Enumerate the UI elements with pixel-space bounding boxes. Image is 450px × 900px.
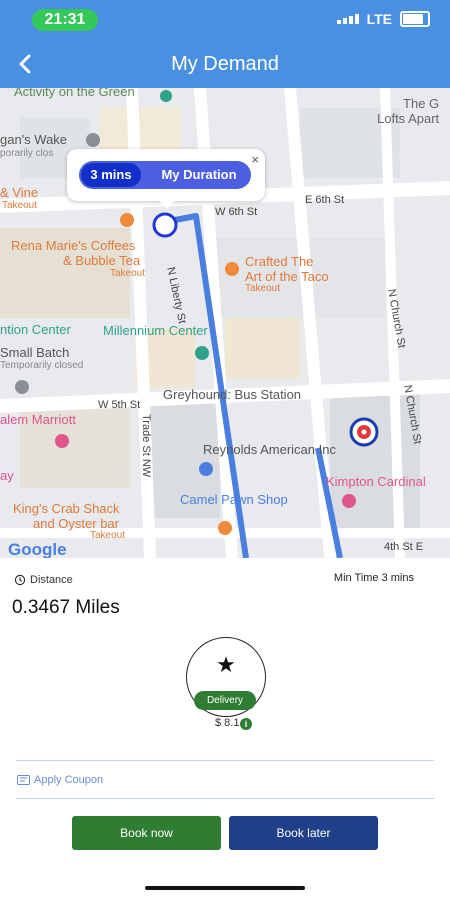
book-now-button[interactable]: Book now xyxy=(72,816,221,850)
network-label: LTE xyxy=(366,11,392,27)
signal-icon xyxy=(336,14,359,24)
map-label-e6th: E 6th St xyxy=(305,194,345,206)
map-label-w5th: W 5th St xyxy=(98,399,141,411)
book-later-button[interactable]: Book later xyxy=(229,816,378,850)
map-label-kimpton: Kimpton Cardinal xyxy=(326,474,426,489)
eta-pill[interactable]: 3 mins xyxy=(81,163,141,187)
star-icon: ★ xyxy=(216,652,236,677)
map-label-crab-sub: Takeout xyxy=(90,530,126,541)
status-bar: 21:31 LTE xyxy=(0,0,450,40)
map-label-crafted-sub: Takeout xyxy=(245,283,281,294)
apply-coupon-link[interactable]: Apply Coupon xyxy=(17,774,103,786)
status-time: 21:31 xyxy=(32,9,98,31)
min-time: Min Time 3 mins xyxy=(333,572,414,584)
distance-value: 0.3467 Miles xyxy=(12,597,120,618)
map-label-small-sub: Temporarily closed xyxy=(0,360,84,371)
map-label-center: ntion Center xyxy=(0,322,71,337)
map-label-wake: gan's Wake xyxy=(0,132,68,147)
map-label-camel: Camel Pawn Shop xyxy=(180,492,288,507)
map-label-trade: Trade St NW xyxy=(140,414,152,478)
page-title: My Demand xyxy=(171,53,279,75)
distance-label-row: Distance xyxy=(14,574,73,586)
map-label-wake-sub: porarily clos xyxy=(0,148,54,159)
map-label-w6th: W 6th St xyxy=(215,206,258,218)
map-label-marriott: alem Marriott xyxy=(0,412,76,427)
info-icon[interactable]: i xyxy=(240,718,252,730)
coupon-icon xyxy=(17,775,30,785)
status-indicators: LTE xyxy=(336,11,430,27)
distance-label: Distance xyxy=(30,574,73,586)
apply-coupon-label: Apply Coupon xyxy=(34,774,104,786)
map-label-greyhound: Greyhound: Bus Station xyxy=(163,387,302,402)
map-label-millennium: Millennium Center xyxy=(103,323,208,338)
map-label-activity: Activity on the Green xyxy=(14,88,135,99)
map-label-reynolds: Reynolds American Inc xyxy=(203,442,336,457)
map-label-ay: ay xyxy=(0,468,14,483)
map-label-lofts: The G Lofts Apart xyxy=(377,96,440,126)
divider xyxy=(16,760,434,761)
vehicle-price: $ 8.1 xyxy=(215,717,240,729)
home-indicator[interactable] xyxy=(145,886,305,890)
map-label-crafted: Crafted The xyxy=(245,254,314,269)
divider xyxy=(16,798,434,799)
vehicle-type-badge[interactable]: Delivery xyxy=(194,691,256,710)
nav-bar: My Demand xyxy=(0,40,450,88)
map-view[interactable]: Activity on the Green The G Lofts Apart … xyxy=(0,88,450,558)
map-label-art-taco: Art of the Taco xyxy=(245,269,329,284)
clock-history-icon xyxy=(14,574,26,586)
duration-popup: 3 mins My Duration × xyxy=(67,149,265,209)
map-label-rena-sub: Takeout xyxy=(110,268,146,279)
map-label-rena: Rena Marie's Coffees xyxy=(11,238,136,253)
duration-toggle[interactable]: 3 mins My Duration xyxy=(79,161,251,189)
map-label-vine-sub: Takeout xyxy=(2,200,38,211)
map-label-bubble-tea: & Bubble Tea xyxy=(63,253,141,268)
map-label-fourth: 4th St E xyxy=(384,541,424,553)
google-logo: Google xyxy=(8,540,67,558)
map-label-small-batch: Small Batch xyxy=(0,345,70,360)
close-icon[interactable]: × xyxy=(251,152,259,167)
map-label-vine: & Vine xyxy=(0,185,39,200)
map-label-oyster: and Oyster bar xyxy=(33,516,119,531)
map-label-crab: King's Crab Shack xyxy=(13,501,120,516)
battery-icon xyxy=(400,11,430,27)
my-duration-label[interactable]: My Duration xyxy=(149,161,249,189)
